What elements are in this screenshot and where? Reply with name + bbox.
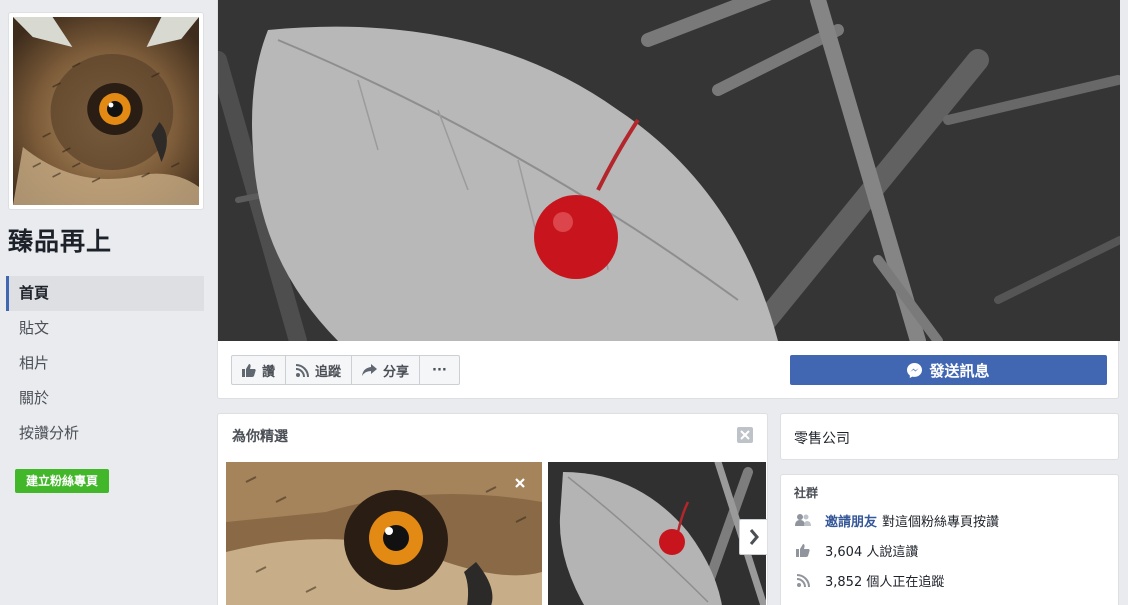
nav-item-about[interactable]: 關於 [6,381,204,416]
messenger-icon [907,362,923,378]
invite-friends-row: 邀請朋友 對這個粉絲專頁按讚 [794,510,999,530]
nav-item-like-analysis[interactable]: 按讚分析 [6,416,204,451]
create-page-button[interactable]: 建立粉絲專頁 [15,469,110,493]
more-label: ··· [432,362,447,378]
cover-card: 讚 追蹤 分享 ··· 發送訊息 [217,0,1120,399]
close-icon [515,478,525,488]
send-message-label: 發送訊息 [929,361,990,380]
follows-row: 3,852 個人正在追蹤 [794,570,944,590]
invite-text: 對這個粉絲專頁按讚 [882,514,1000,530]
nav-item-posts[interactable]: 貼文 [6,311,204,346]
owl-profile-image [13,17,199,205]
like-label: 讚 [262,364,276,380]
close-picked-button[interactable] [737,427,753,443]
follow-button[interactable]: 追蹤 [286,356,353,384]
rss-icon [296,363,310,377]
share-label: 分享 [383,364,410,380]
friends-icon [795,514,811,526]
thumbs-up-icon [796,543,810,557]
dismiss-thumbnail-button[interactable] [512,475,528,491]
next-thumbnail-button[interactable] [739,519,767,555]
follows-count-text: 3,852 個人正在追蹤 [825,574,945,590]
send-message-button[interactable]: 發送訊息 [790,355,1107,385]
like-button[interactable]: 讚 [232,356,287,384]
profile-picture-card[interactable] [8,12,204,210]
nav-item-photos[interactable]: 相片 [6,346,204,381]
cover-photo[interactable] [218,0,1120,341]
community-title: 社群 [794,486,819,500]
thumbs-up-icon [242,363,256,377]
follow-label: 追蹤 [315,364,342,380]
share-button[interactable]: 分享 [352,356,421,384]
likes-row: 3,604 人說這讚 [794,540,918,560]
owl-eye-thumbnail[interactable] [226,462,542,605]
rss-icon [796,573,810,587]
nav-item-home[interactable]: 首頁 [6,276,204,311]
likes-count-text: 3,604 人說這讚 [825,544,919,560]
page-nav: 首頁 貼文 相片 關於 按讚分析 [6,276,204,451]
category-card: 零售公司 [780,413,1119,460]
page-title: 臻品再上 [8,227,113,256]
more-options-button[interactable]: ··· [420,356,459,384]
cherry-thumbnail[interactable] [548,462,766,605]
community-card: 社群 邀請朋友 對這個粉絲專頁按讚 3,604 人說這讚 3,852 個人正在追… [780,474,1119,605]
share-arrow-icon [362,364,378,376]
page-action-group: 讚 追蹤 分享 ··· [231,355,460,385]
picked-for-you-card: 為你精選 [217,413,768,605]
invite-friends-link[interactable]: 邀請朋友 [825,511,877,530]
chevron-right-icon [749,529,759,545]
close-icon [740,430,750,440]
page-category[interactable]: 零售公司 [794,428,850,448]
picked-title: 為你精選 [232,429,288,445]
